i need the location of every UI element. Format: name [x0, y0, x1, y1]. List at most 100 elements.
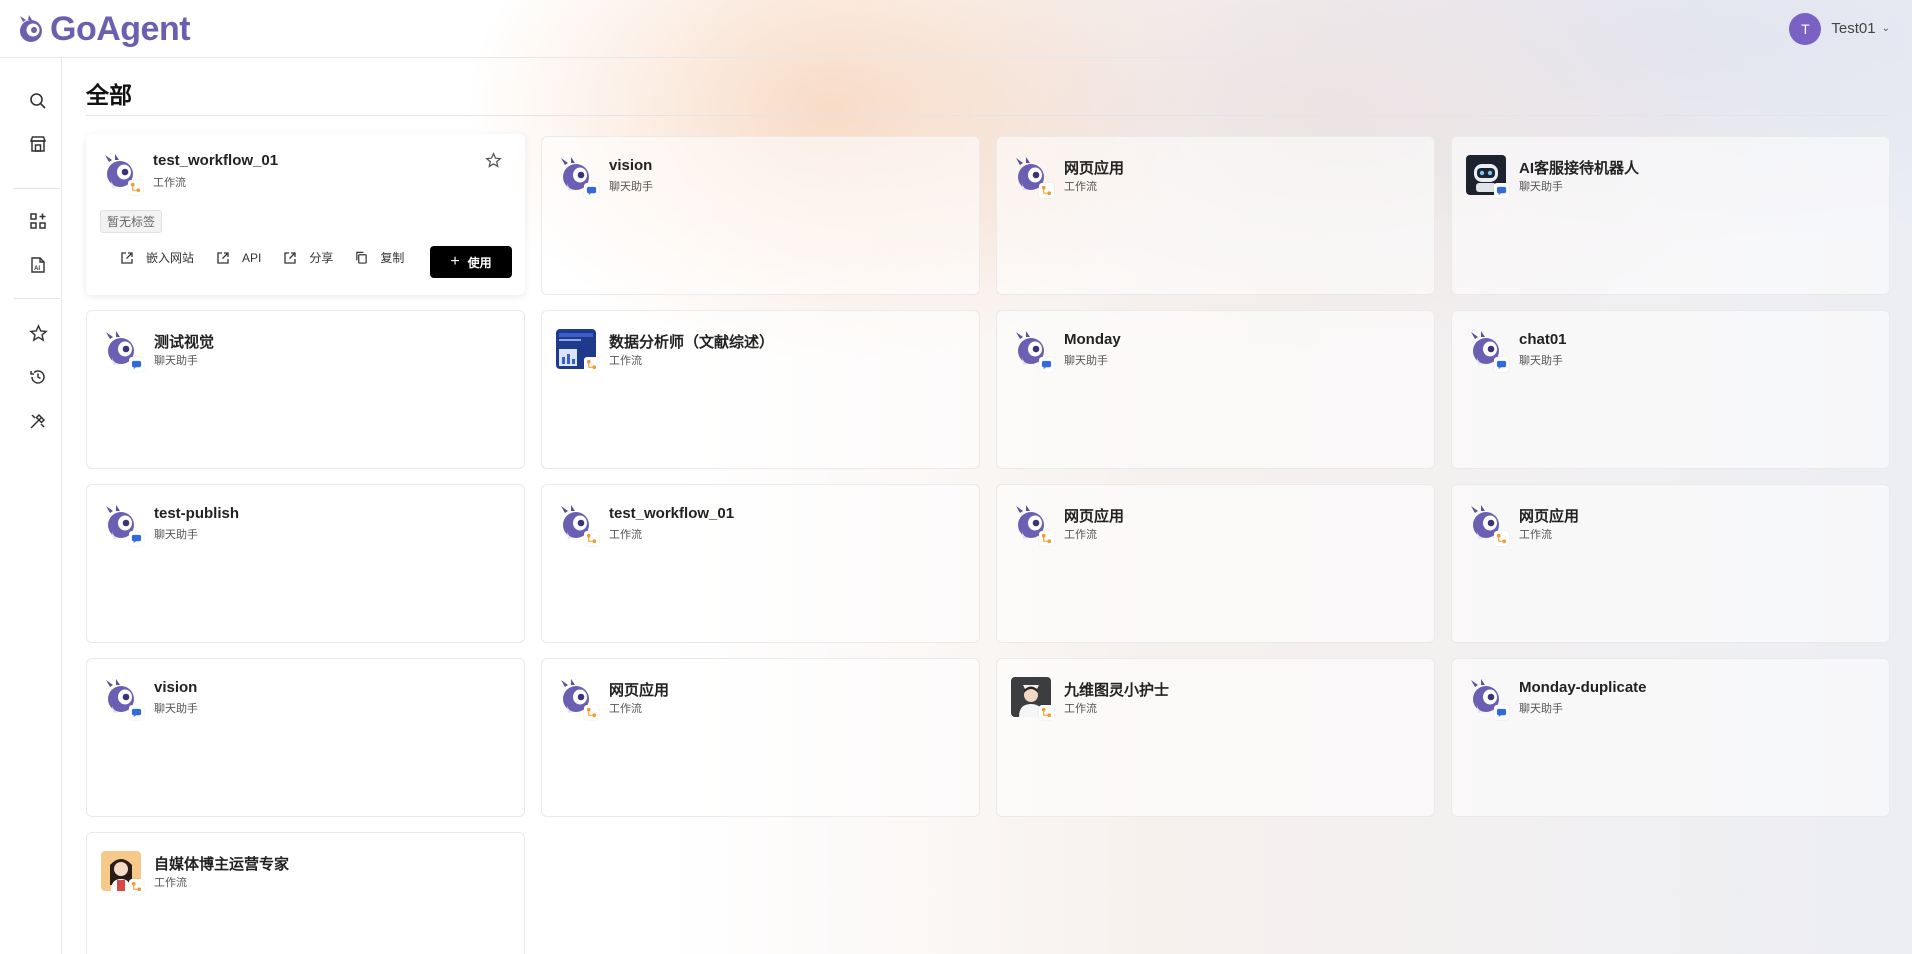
copy-icon	[355, 251, 374, 264]
app-name: chat01	[1519, 331, 1567, 348]
workflow-badge-icon	[1039, 705, 1054, 720]
app-avatar	[556, 503, 599, 546]
favorite-star-icon[interactable]	[485, 152, 503, 170]
app-card[interactable]: 九维图灵小护士 工作流	[996, 658, 1435, 817]
workflow-badge-icon	[584, 357, 599, 372]
sidebar-divider	[14, 188, 60, 189]
star-icon[interactable]	[28, 323, 48, 343]
app-avatar	[101, 503, 144, 546]
external-link-icon	[283, 251, 303, 265]
app-avatar	[1466, 329, 1509, 372]
action-label: API	[242, 250, 262, 265]
app-card[interactable]: 自媒体博主运营专家 工作流	[86, 832, 525, 954]
app-card[interactable]: Monday-duplicate 聊天助手	[1451, 658, 1890, 817]
workflow-badge-icon	[129, 879, 144, 894]
app-type: 聊天助手	[1519, 703, 1563, 715]
chat-badge-icon	[1039, 357, 1054, 372]
chat-badge-icon	[129, 531, 144, 546]
app-avatar	[1011, 329, 1054, 372]
action-label: 嵌入网站	[146, 251, 195, 265]
chat-badge-icon	[1494, 357, 1509, 372]
app-name: vision	[154, 679, 198, 696]
page-title: 全部	[86, 82, 132, 108]
chat-badge-icon	[1494, 183, 1509, 198]
external-link-icon	[216, 251, 236, 265]
workflow-badge-icon	[584, 531, 599, 546]
use-button-label: 使用	[467, 255, 492, 270]
action-label: 分享	[309, 251, 334, 265]
title-divider	[86, 115, 1889, 116]
app-avatar	[556, 677, 599, 720]
app-card[interactable]: vision 聊天助手	[86, 658, 525, 817]
app-name: test_workflow_01	[609, 505, 735, 522]
app-type: 聊天助手	[154, 529, 198, 541]
app-type: 工作流	[1519, 529, 1552, 541]
app-card[interactable]: AI客服接待机器人 聊天助手	[1451, 136, 1890, 295]
app-avatar	[101, 329, 144, 372]
app-type: 工作流	[609, 529, 642, 541]
store-icon[interactable]	[28, 134, 48, 154]
app-card[interactable]: Monday 聊天助手	[996, 310, 1435, 469]
app-name: 自媒体博主运营专家	[154, 856, 290, 873]
workflow-badge-icon	[128, 180, 143, 195]
app-card[interactable]: chat01 聊天助手	[1451, 310, 1890, 469]
app-card[interactable]: 网页应用 工作流	[541, 658, 980, 817]
embed-website-button[interactable]: 嵌入网站	[120, 249, 194, 266]
app-type: 聊天助手	[1519, 181, 1563, 193]
search-icon[interactable]	[28, 91, 48, 111]
chat-badge-icon	[584, 183, 599, 198]
app-type: 工作流	[609, 703, 642, 715]
app-avatar	[1011, 155, 1054, 198]
svg-text:AI: AI	[34, 266, 40, 272]
app-card[interactable]: test_workflow_01 工作流	[541, 484, 980, 643]
api-button[interactable]: API	[216, 251, 261, 265]
app-name: 测试视觉	[154, 334, 215, 351]
workflow-badge-icon	[1494, 531, 1509, 546]
ai-document-icon[interactable]: AI	[28, 255, 48, 275]
app-card[interactable]: 网页应用 工作流	[996, 484, 1435, 643]
card-actions: 嵌入网站 API 分享 复制	[120, 249, 426, 266]
app-name: Monday	[1064, 331, 1121, 348]
use-button[interactable]: + 使用	[430, 246, 512, 278]
app-card[interactable]: 网页应用 工作流	[996, 136, 1435, 295]
app-type: 聊天助手	[1064, 355, 1108, 367]
tag-badge: 暂无标签	[100, 210, 163, 233]
app-card[interactable]: 测试视觉 聊天助手	[86, 310, 525, 469]
app-type: 聊天助手	[609, 181, 653, 193]
chat-badge-icon	[129, 705, 144, 720]
app-avatar	[556, 155, 599, 198]
app-type: 聊天助手	[154, 703, 198, 715]
apps-add-icon[interactable]	[28, 211, 48, 231]
app-type: 聊天助手	[154, 355, 198, 367]
history-icon[interactable]	[28, 367, 48, 387]
app-type: 工作流	[153, 177, 186, 189]
app-name: 网页应用	[1064, 160, 1125, 177]
app-avatar	[1011, 677, 1054, 720]
external-link-icon	[120, 251, 140, 265]
copy-button[interactable]: 复制	[355, 249, 404, 266]
app-avatar	[101, 677, 144, 720]
app-avatar	[556, 329, 599, 372]
action-label: 复制	[380, 251, 405, 265]
logo[interactable]: GoAgent	[14, 0, 191, 57]
share-button[interactable]: 分享	[283, 249, 333, 266]
app-name: 数据分析师（文献综述）	[609, 334, 775, 351]
workflow-badge-icon	[1039, 183, 1054, 198]
app-name: test_workflow_01	[153, 152, 279, 169]
app-card[interactable]: test_workflow_01 工作流暂无标签嵌入网站 API 分享 复制 + 使用	[86, 134, 525, 295]
app-avatar	[1466, 155, 1509, 198]
app-avatar	[100, 152, 143, 195]
app-name: vision	[609, 157, 653, 174]
chat-badge-icon	[1494, 705, 1509, 720]
workflow-badge-icon	[1039, 531, 1054, 546]
app-card[interactable]: 网页应用 工作流	[1451, 484, 1890, 643]
user-menu[interactable]: T Test01 ⌄	[1789, 12, 1890, 45]
sidebar-divider	[14, 298, 60, 299]
app-avatar	[101, 851, 144, 894]
tools-icon[interactable]	[28, 411, 48, 431]
app-avatar	[1466, 503, 1509, 546]
app-card[interactable]: 数据分析师（文献综述） 工作流	[541, 310, 980, 469]
app-name: 网页应用	[1519, 508, 1580, 525]
app-card[interactable]: test-publish 聊天助手	[86, 484, 525, 643]
app-card[interactable]: vision 聊天助手	[541, 136, 980, 295]
